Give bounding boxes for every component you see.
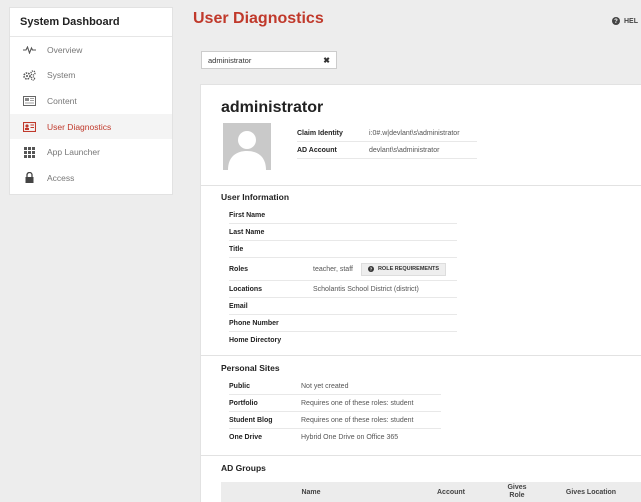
- sidebar-item-label: App Launcher: [47, 147, 100, 158]
- roles-label: Roles: [229, 265, 249, 273]
- title-label: Title: [229, 245, 244, 253]
- col-name-header[interactable]: Name: [271, 489, 351, 496]
- locations-row: Locations Scholantis School District (di…: [229, 281, 457, 298]
- ad-account-row: AD Account devlant\s\administrator: [297, 142, 477, 159]
- grid-icon: [22, 146, 36, 158]
- help-link[interactable]: ? HEL: [612, 17, 638, 25]
- user-details-panel: administrator Claim Identity i:0#.w|devl…: [200, 84, 641, 502]
- site-value: Requires one of these roles: student: [301, 416, 414, 424]
- claim-identity-label: Claim Identity: [297, 129, 343, 137]
- site-value: Requires one of these roles: student: [301, 399, 414, 407]
- sidebar-item-label: Content: [47, 95, 77, 106]
- clear-icon[interactable]: ✖: [323, 56, 330, 65]
- search-value: administrator: [208, 55, 252, 65]
- sidebar-item-system[interactable]: System: [10, 63, 172, 89]
- help-label: HEL: [624, 17, 638, 25]
- roles-value: teacher, staff: [313, 265, 353, 273]
- question-circle-icon: ?: [367, 266, 374, 272]
- phone-row: Phone Number: [229, 315, 457, 332]
- sidebar-item-label: Overview: [47, 44, 83, 55]
- claim-table: Claim Identity i:0#.w|devlant\s\administ…: [297, 125, 477, 159]
- title-row: Title: [229, 241, 457, 258]
- site-row-portfolio: Portfolio Requires one of these roles: s…: [229, 395, 441, 412]
- svg-text:?: ?: [370, 267, 373, 272]
- claim-identity-value: i:0#.w|devlant\s\administrator: [369, 129, 460, 137]
- user-info-title: User Information: [221, 192, 290, 202]
- gears-icon: [22, 69, 36, 81]
- phone-label: Phone Number: [229, 319, 279, 327]
- sidebar-item-app-launcher[interactable]: App Launcher: [10, 139, 172, 165]
- svg-text:?: ?: [614, 19, 618, 25]
- sidebar-item-label: User Diagnostics: [47, 121, 112, 132]
- email-label: Email: [229, 302, 248, 310]
- last-name-row: Last Name: [229, 224, 457, 241]
- page-title: User Diagnostics: [193, 10, 324, 27]
- personal-sites-title: Personal Sites: [221, 363, 280, 373]
- home-directory-row: Home Directory: [229, 332, 457, 349]
- claim-identity-row: Claim Identity i:0#.w|devlant\s\administ…: [297, 125, 477, 142]
- first-name-label: First Name: [229, 211, 266, 219]
- site-value: Not yet created: [301, 382, 349, 390]
- user-silhouette-icon: [228, 131, 266, 170]
- first-name-row: First Name: [229, 207, 457, 224]
- locations-value: Scholantis School District (district): [313, 285, 419, 293]
- role-requirements-label: ROLE REQUIREMENTS: [377, 266, 440, 272]
- home-directory-label: Home Directory: [229, 337, 282, 344]
- id-card-icon: [22, 121, 36, 133]
- sidebar-item-label: System: [47, 70, 76, 81]
- sidebar-title: System Dashboard: [10, 8, 172, 37]
- roles-row: Roles teacher, staff ? ROLE REQUIREMENTS: [229, 258, 457, 281]
- user-name: administrator: [221, 99, 324, 116]
- site-value: Hybrid One Drive on Office 365: [301, 434, 399, 441]
- ad-account-value: devlant\s\administrator: [369, 146, 440, 154]
- sidebar-item-access[interactable]: Access: [10, 165, 172, 191]
- sidebar-item-overview[interactable]: Overview: [10, 37, 172, 63]
- site-row-student-blog: Student Blog Requires one of these roles…: [229, 412, 441, 429]
- pulse-icon: [22, 44, 36, 56]
- email-row: Email: [229, 298, 457, 315]
- sidebar-item-label: Access: [47, 172, 75, 183]
- lock-icon: [22, 172, 36, 184]
- site-row-public: Public Not yet created: [229, 378, 441, 395]
- sidebar-item-content[interactable]: Content: [10, 88, 172, 114]
- site-row-one-drive: One Drive Hybrid One Drive on Office 365: [229, 429, 441, 446]
- site-label: Public: [229, 382, 251, 390]
- locations-label: Locations: [229, 285, 263, 293]
- role-requirements-button[interactable]: ? ROLE REQUIREMENTS: [360, 262, 447, 276]
- last-name-label: Last Name: [229, 228, 265, 236]
- sidebar-item-user-diagnostics[interactable]: User Diagnostics: [10, 113, 172, 140]
- site-label: Student Blog: [229, 416, 273, 424]
- avatar: [223, 123, 271, 170]
- col-account-header[interactable]: Account: [411, 489, 491, 496]
- col-gives-location-header[interactable]: Gives Location: [551, 489, 631, 496]
- ad-account-label: AD Account: [297, 146, 337, 154]
- ad-groups-table-header: Name Account Gives Role Gives Location: [221, 482, 641, 502]
- roles-value-wrap: teacher, staff ? ROLE REQUIREMENTS: [313, 262, 447, 276]
- ad-groups-title: AD Groups: [221, 463, 266, 473]
- site-label: Portfolio: [229, 399, 258, 407]
- user-search-input[interactable]: administrator ✖: [201, 51, 337, 69]
- content-icon: [22, 95, 36, 107]
- col-gives-role-header[interactable]: Gives Role: [506, 484, 528, 500]
- sidebar: System Dashboard Overview System Content…: [9, 7, 173, 195]
- question-circle-icon: ?: [612, 17, 620, 25]
- site-label: One Drive: [229, 434, 263, 441]
